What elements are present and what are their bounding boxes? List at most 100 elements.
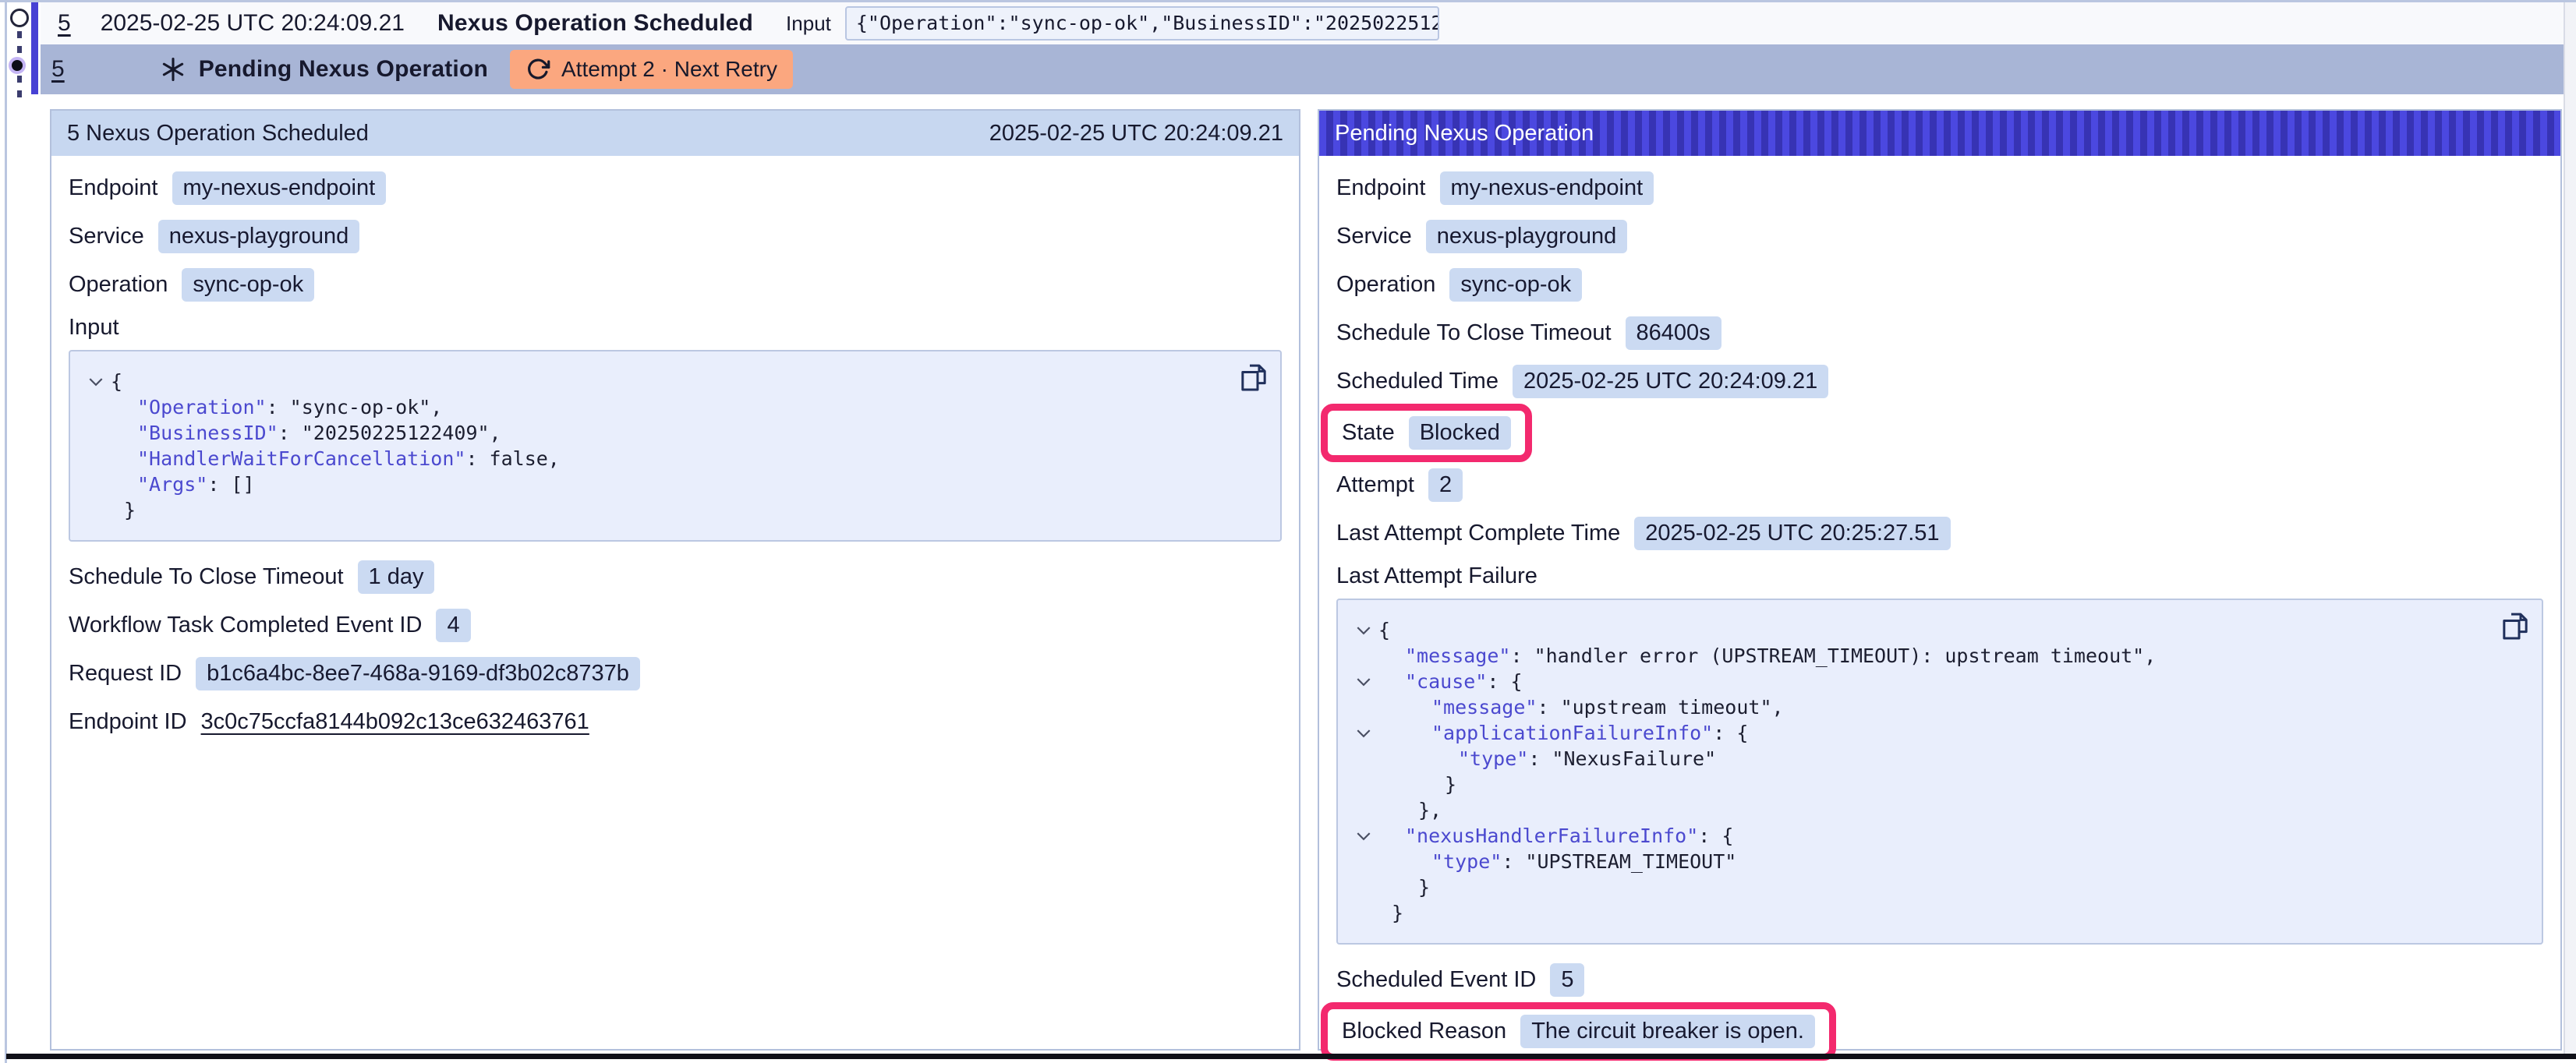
field-label: Scheduled Event ID <box>1336 967 1536 993</box>
copy-icon[interactable] <box>1238 361 1269 395</box>
field-label: Blocked Reason <box>1342 1019 1506 1044</box>
failure-json-viewer: { "message": "handler error (UPSTREAM_TIM… <box>1336 599 2543 945</box>
chevron-down-icon[interactable] <box>1349 831 1378 842</box>
input-label: Input <box>786 12 831 36</box>
json-line-text: "Operation": "sync-op-ok", <box>111 396 442 418</box>
field-row-last-attempt-complete-time: Last Attempt Complete Time2025-02-25 UTC… <box>1336 515 2543 551</box>
field-label: State <box>1342 420 1395 446</box>
json-line-text: } <box>111 499 136 521</box>
field-label: Endpoint <box>1336 175 1426 201</box>
field-value-chip: 4 <box>436 609 470 642</box>
field-value-chip: Blocked <box>1409 416 1511 450</box>
json-line-text: "applicationFailureInfo": { <box>1378 722 1748 744</box>
event-id-link[interactable]: 5 <box>58 10 71 37</box>
json-line-text: { <box>111 370 122 393</box>
field-label: Scheduled Time <box>1336 369 1499 394</box>
field-label: Attempt <box>1336 472 1414 498</box>
field-label: Endpoint ID <box>69 709 187 735</box>
field-value-chip: 2025-02-25 UTC 20:24:09.21 <box>1513 365 1828 398</box>
field-label: Schedule To Close Timeout <box>69 564 344 590</box>
panel-title: Pending Nexus Operation <box>1335 121 1594 147</box>
event-row-pending[interactable]: 5 Pending Nexus Operation Attempt 2 · Ne… <box>41 44 2564 94</box>
pending-panel-header: Pending Nexus Operation <box>1319 111 2560 156</box>
field-row-schedule-to-close-timeout: Schedule To Close Timeout 86400s <box>1336 315 2543 351</box>
event-timestamp: 2025-02-25 UTC 20:24:09.21 <box>101 10 405 37</box>
field-row-state: State Blocked <box>1336 411 2543 454</box>
field-label: Schedule To Close Timeout <box>1336 320 1612 346</box>
panel-title: 5 Nexus Operation Scheduled <box>67 121 369 147</box>
json-line: "Args": [] <box>81 471 1266 497</box>
chevron-down-icon[interactable] <box>1349 676 1378 687</box>
field-value-chip: sync-op-ok <box>1449 268 1582 302</box>
field-row-request-id: Request IDb1c6a4bc-8ee7-468a-9169-df3b02… <box>69 655 1282 691</box>
highlight-annotation-box: Blocked Reason The circuit breaker is ope… <box>1321 1002 1836 1061</box>
field-row-workflow-task-completed-event-id: Workflow Task Completed Event ID 4 <box>69 607 1282 643</box>
field-value-chip: 86400s <box>1626 316 1721 350</box>
json-line: "cause": { <box>1349 669 2528 694</box>
timeline-open-circle-icon <box>10 9 29 27</box>
json-line-text: }, <box>1378 799 1442 821</box>
event-row-scheduled[interactable]: 5 2025-02-25 UTC 20:24:09.21 Nexus Opera… <box>41 2 2564 44</box>
pending-operation-panel: Pending Nexus Operation Endpointmy-nexus… <box>1318 109 2562 1051</box>
field-row-endpoint: Endpointmy-nexus-endpoint <box>69 170 1282 206</box>
timeline-filled-circle-icon <box>9 57 26 74</box>
json-line-text: "type": "UPSTREAM_TIMEOUT" <box>1378 850 1736 873</box>
json-line-text: "type": "NexusFailure" <box>1378 747 1716 770</box>
panel-timestamp: 2025-02-25 UTC 20:24:09.21 <box>989 121 1283 147</box>
scheduled-panel-header: 5 Nexus Operation Scheduled 2025-02-25 U… <box>51 111 1299 156</box>
scheduled-event-panel: 5 Nexus Operation Scheduled 2025-02-25 U… <box>50 109 1300 1051</box>
field-value-link[interactable]: 3c0c75ccfa8144b092c13ce632463761 <box>201 709 589 735</box>
chevron-down-icon[interactable] <box>81 376 111 387</box>
field-value-chip: my-nexus-endpoint <box>172 171 387 205</box>
scheduled-panel-body: Endpointmy-nexus-endpoint Servicenexus-pl… <box>51 156 1299 766</box>
retry-status-badge: Attempt 2 · Next Retry <box>510 50 793 89</box>
json-line-text: "message": "handler error (UPSTREAM_TIME… <box>1378 645 2156 667</box>
field-label: Request ID <box>69 661 182 687</box>
copy-icon[interactable] <box>2500 609 2531 644</box>
field-row-operation: Operationsync-op-ok <box>69 267 1282 302</box>
field-label: Service <box>69 224 144 249</box>
field-label: Operation <box>69 272 168 298</box>
field-value-chip: 2 <box>1428 468 1463 502</box>
input-json-viewer: { "Operation": "sync-op-ok", "BusinessID":… <box>69 350 1282 542</box>
json-line: } <box>1349 874 2528 900</box>
field-row-attempt: Attempt 2 <box>1336 467 2543 503</box>
json-line-text: "HandlerWaitForCancellation": false, <box>111 447 560 470</box>
field-row-endpoint: Endpointmy-nexus-endpoint <box>1336 170 2543 206</box>
input-section-label: Input <box>69 315 1282 341</box>
chevron-down-icon[interactable] <box>1349 728 1378 739</box>
json-line: "message": "handler error (UPSTREAM_TIME… <box>1349 643 2528 669</box>
field-value-chip: 2025-02-25 UTC 20:25:27.51 <box>1634 517 1950 550</box>
input-preview-chip[interactable]: {"Operation":"sync-op-ok","BusinessID":"… <box>845 6 1439 41</box>
scrollbar-track[interactable] <box>2564 2 2576 1054</box>
field-value-chip: 1 day <box>358 560 435 594</box>
chevron-down-icon[interactable] <box>1349 625 1378 636</box>
retry-badge-label: Attempt 2 · Next Retry <box>561 57 777 82</box>
json-line-text: { <box>1378 619 1390 641</box>
json-line: "type": "UPSTREAM_TIMEOUT" <box>1349 849 2528 874</box>
json-line: "nexusHandlerFailureInfo": { <box>1349 823 2528 849</box>
field-value-chip: The circuit breaker is open. <box>1520 1015 1815 1048</box>
json-line: "applicationFailureInfo": { <box>1349 720 2528 746</box>
page-left-border <box>5 0 7 1063</box>
json-line-text: } <box>1378 902 1403 924</box>
pending-panel-body: Endpointmy-nexus-endpoint Servicenexus-pl… <box>1319 156 2560 1063</box>
field-row-service: Servicenexus-playground <box>69 218 1282 254</box>
field-value-chip: 5 <box>1550 963 1584 997</box>
window-bottom-edge <box>6 1054 2576 1059</box>
field-row-schedule-to-close-timeout: Schedule To Close Timeout 1 day <box>69 559 1282 595</box>
workflow-history-page: 5 2025-02-25 UTC 20:24:09.21 Nexus Opera… <box>0 0 2576 1063</box>
event-id-link[interactable]: 5 <box>51 56 65 83</box>
json-line-text: "message": "upstream timeout", <box>1378 696 1784 719</box>
field-row-service: Servicenexus-playground <box>1336 218 2543 254</box>
json-line: } <box>81 497 1266 523</box>
field-row-endpoint-id: Endpoint ID 3c0c75ccfa8144b092c13ce632463… <box>69 704 1282 740</box>
json-line: "Operation": "sync-op-ok", <box>81 394 1266 420</box>
field-row-scheduled-time: Scheduled Time 2025-02-25 UTC 20:24:09.21 <box>1336 363 2543 399</box>
json-line: { <box>1349 617 2528 643</box>
json-line: { <box>81 369 1266 394</box>
event-title: Pending Nexus Operation <box>199 56 488 83</box>
failure-section-label: Last Attempt Failure <box>1336 563 2543 589</box>
json-line-text: "BusinessID": "20250225122409", <box>111 422 501 444</box>
field-label: Workflow Task Completed Event ID <box>69 613 422 638</box>
